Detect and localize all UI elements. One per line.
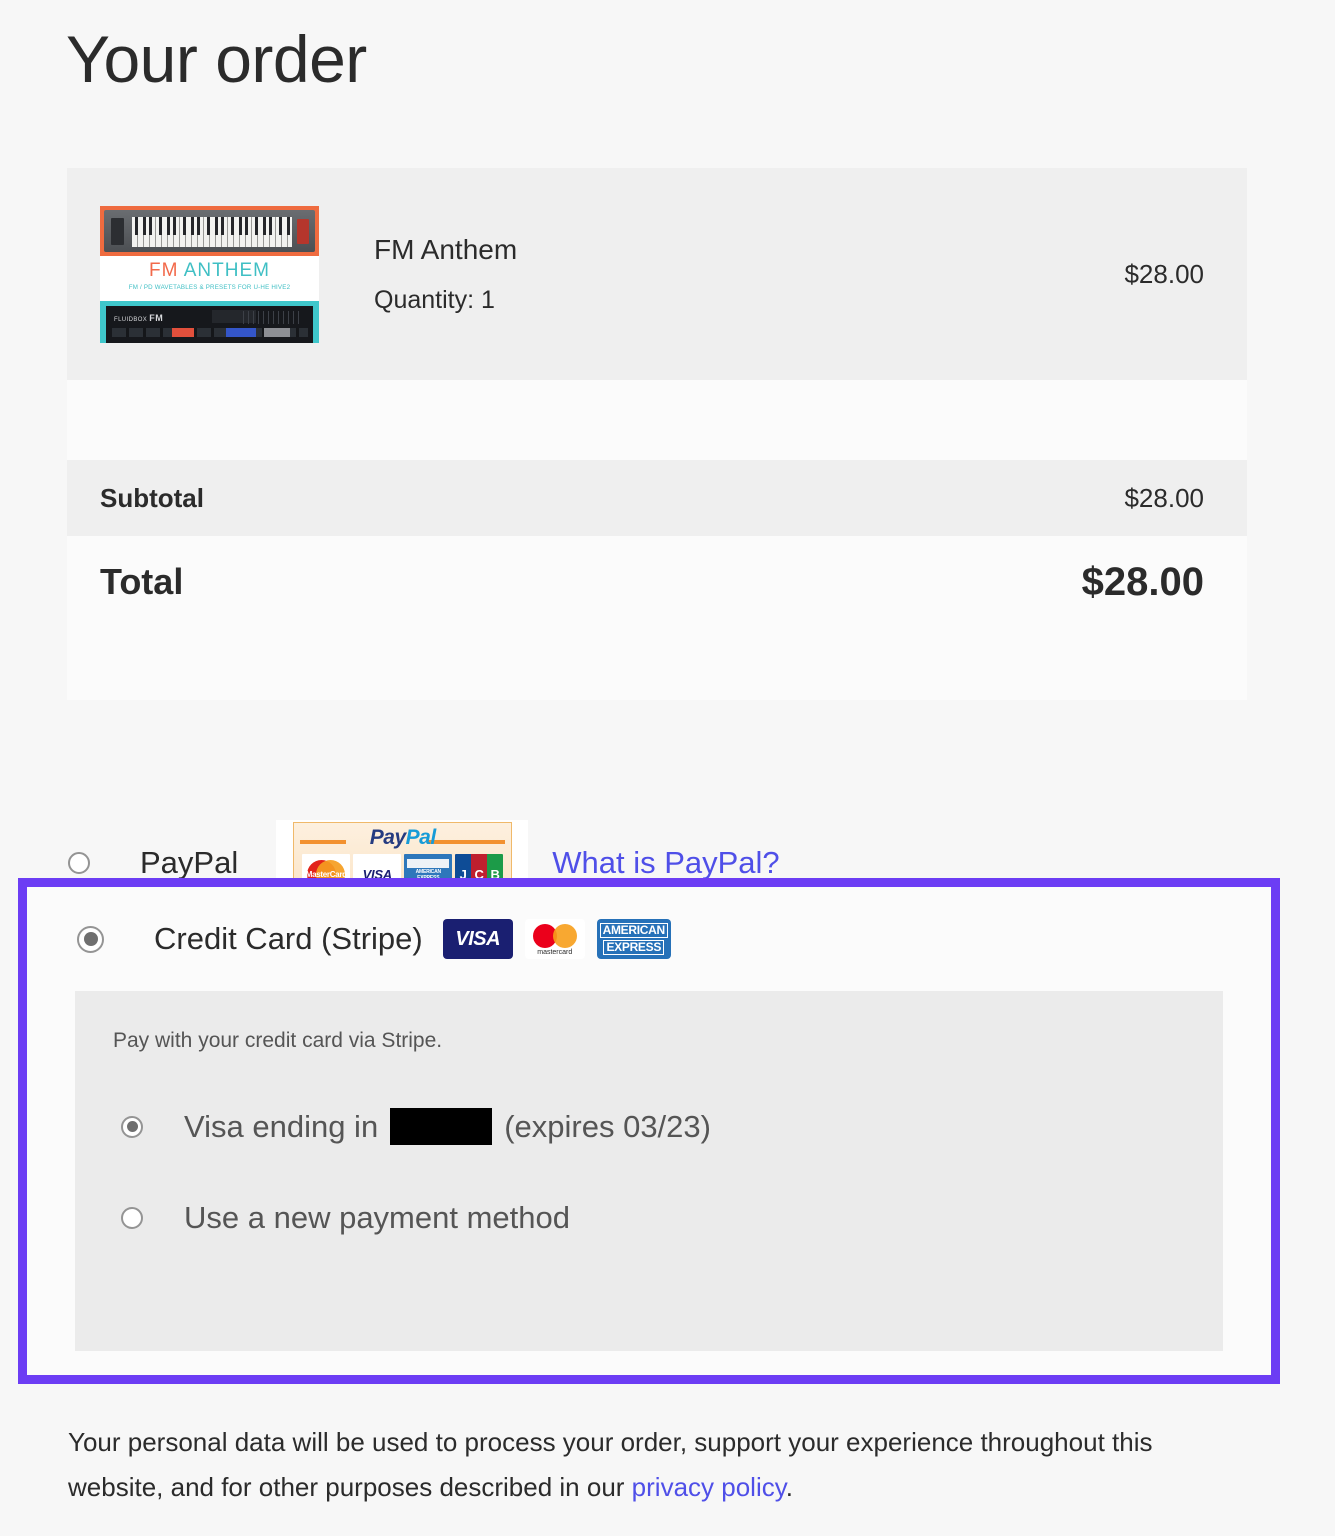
paypal-radio[interactable] xyxy=(68,852,90,874)
synth-logo: FLUIDBOX FM xyxy=(114,313,163,323)
keyboard-black-keys xyxy=(132,216,292,235)
order-table-footer-row xyxy=(67,628,1247,700)
page-title: Your order xyxy=(66,22,367,96)
payment-option-stripe[interactable]: Credit Card (Stripe) VISA mastercard AME… xyxy=(27,887,1271,991)
thumbnail-keyboard-image xyxy=(100,205,319,256)
paypal-label: PayPal xyxy=(140,845,239,880)
product-quantity: Quantity: 1 xyxy=(374,286,495,315)
paypal-wordmark-pay: Pay xyxy=(369,826,406,849)
privacy-policy-link[interactable]: privacy policy xyxy=(632,1472,786,1502)
synth-waveform xyxy=(243,310,303,324)
thumbnail-title-band: FM ANTHEM FM / PD WAVETABLES & PRESETS F… xyxy=(100,255,319,301)
thumbnail-title: FM ANTHEM xyxy=(100,261,319,280)
thumbnail-title-fm: FM xyxy=(149,259,184,281)
order-line-item-row: FM ANTHEM FM / PD WAVETABLES & PRESETS F… xyxy=(67,168,1247,380)
stripe-card-brands: VISA mastercard AMERICAN EXPRESS xyxy=(442,919,683,959)
paypal-wordmark: PayPal xyxy=(294,827,511,848)
amex-brand-line2: EXPRESS xyxy=(603,940,665,955)
keyboard-left-control xyxy=(111,217,124,245)
order-summary-table: FM ANTHEM FM / PD WAVETABLES & PRESETS F… xyxy=(67,168,1247,700)
visa-brand-text: VISA xyxy=(455,927,501,950)
product-price: $28.00 xyxy=(1124,258,1204,289)
synth-panel: FLUIDBOX FM xyxy=(106,305,313,343)
checkout-order-review: Your order FM ANTHEM FM / PD WAVETABLES … xyxy=(0,0,1335,1536)
order-table-spacer-row xyxy=(67,380,1247,460)
new-payment-method-option[interactable]: Use a new payment method xyxy=(113,1200,1223,1236)
product-thumbnail: FM ANTHEM FM / PD WAVETABLES & PRESETS F… xyxy=(100,205,319,343)
keyboard-body xyxy=(104,209,315,252)
saved-card-digits-redacted xyxy=(390,1108,493,1145)
thumbnail-subtitle: FM / PD WAVETABLES & PRESETS FOR U-HE HI… xyxy=(128,283,291,291)
privacy-notice: Your personal data will be used to proce… xyxy=(68,1420,1168,1509)
synth-accent-blue xyxy=(226,327,256,337)
thumbnail-plugin-image: FLUIDBOX FM xyxy=(100,300,319,343)
mastercard-brand-text: mastercard xyxy=(537,949,573,956)
product-details: FM Anthem Quantity: 1 xyxy=(374,233,1124,316)
subtotal-value: $28.00 xyxy=(1124,482,1204,513)
new-payment-method-label: Use a new payment method xyxy=(184,1200,570,1235)
total-value: $28.00 xyxy=(1081,559,1204,604)
amex-brand-line1: AMERICAN xyxy=(599,923,668,938)
new-payment-method-radio[interactable] xyxy=(121,1207,143,1229)
subtotal-label: Subtotal xyxy=(100,482,204,513)
stripe-payment-panel: Pay with your credit card via Stripe. Vi… xyxy=(75,991,1223,1351)
saved-card-expiry: (expires 03/23) xyxy=(504,1108,711,1144)
payment-option-stripe-highlight: Credit Card (Stripe) VISA mastercard AME… xyxy=(18,878,1280,1384)
product-name: FM Anthem xyxy=(374,233,518,265)
saved-card-option[interactable]: Visa ending in (expires 03/23) xyxy=(113,1108,1223,1145)
synth-logo-brand: FLUIDBOX xyxy=(114,316,148,323)
thumbnail-title-anthem: ANTHEM xyxy=(183,259,270,281)
visa-brand-icon: VISA xyxy=(442,919,513,959)
privacy-notice-text: Your personal data will be used to proce… xyxy=(68,1427,1153,1502)
mastercard-brand-icon: mastercard xyxy=(524,919,585,959)
stripe-description: Pay with your credit card via Stripe. xyxy=(113,1029,443,1052)
stripe-radio[interactable] xyxy=(77,925,104,953)
paypal-wordmark-pal: Pal xyxy=(405,826,437,849)
saved-card-prefix: Visa ending in xyxy=(184,1108,379,1144)
mastercard-brand-orange-circle xyxy=(552,924,577,948)
what-is-paypal-link[interactable]: What is PayPal? xyxy=(552,845,779,881)
keyboard-right-control xyxy=(297,218,309,244)
synth-logo-name: FM xyxy=(149,312,164,323)
synth-accent-gray xyxy=(264,327,290,337)
saved-card-radio[interactable] xyxy=(121,1115,143,1138)
synth-accent-red xyxy=(172,327,194,337)
stripe-label: Credit Card (Stripe) xyxy=(154,921,423,956)
amex-brand-icon: AMERICAN EXPRESS xyxy=(596,919,671,959)
total-label: Total xyxy=(100,561,184,602)
privacy-notice-text-end: . xyxy=(785,1471,794,1502)
saved-card-label: Visa ending in (expires 03/23) xyxy=(184,1108,711,1145)
subtotal-row: Subtotal $28.00 xyxy=(67,460,1247,536)
total-row: Total $28.00 xyxy=(67,536,1247,628)
